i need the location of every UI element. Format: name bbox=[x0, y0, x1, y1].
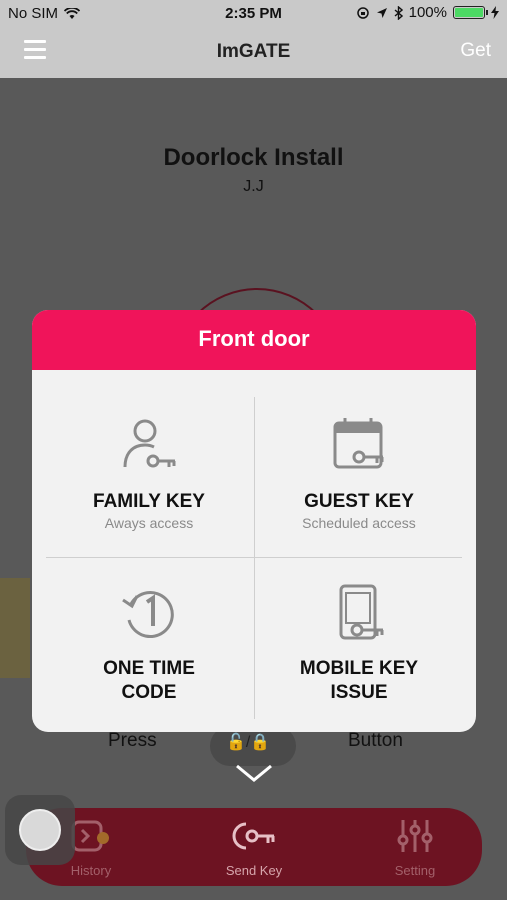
guest-key-desc: Scheduled access bbox=[302, 515, 416, 531]
tab-send-key[interactable]: Send Key bbox=[199, 816, 309, 878]
tab-setting-label: Setting bbox=[394, 863, 436, 878]
button-label: Button bbox=[348, 730, 403, 751]
get-button[interactable]: Get bbox=[460, 40, 491, 62]
family-key-desc: Aways access bbox=[104, 515, 194, 531]
press-label: Press bbox=[108, 730, 157, 751]
person-key-icon bbox=[123, 419, 176, 468]
mobile-key-issue-option[interactable]: MOBILE KEY ISSUE bbox=[248, 582, 470, 705]
one-time-code-label: ONE TIME CODE bbox=[103, 658, 195, 703]
guest-key-option[interactable]: GUEST KEY Scheduled access bbox=[248, 415, 470, 531]
family-key-label: FAMILY KEY bbox=[93, 491, 205, 512]
chevron-down-icon[interactable] bbox=[234, 762, 274, 786]
modal-title: Front door bbox=[32, 310, 476, 370]
guest-key-label: GUEST KEY bbox=[304, 491, 414, 512]
nav-bar: ImGATE Get bbox=[0, 26, 507, 78]
key-type-modal: Front door FAMILY KEY Aways access GUEST… bbox=[32, 310, 476, 732]
charging-icon bbox=[491, 6, 499, 19]
mobile-key-issue-label: MOBILE KEY ISSUE bbox=[299, 658, 419, 703]
family-key-option[interactable]: FAMILY KEY Aways access bbox=[38, 415, 260, 531]
status-bar: No SIM 2:35 PM 100% bbox=[0, 0, 507, 26]
battery-percent: 100% bbox=[408, 4, 447, 21]
key-option-grid: FAMILY KEY Aways access GUEST KEY Schedu… bbox=[32, 370, 476, 732]
location-icon bbox=[376, 7, 387, 18]
send-key-icon bbox=[232, 822, 275, 850]
tab-history-label: History bbox=[70, 863, 112, 878]
calendar-key-icon bbox=[333, 418, 384, 469]
rotation-lock-icon bbox=[356, 6, 369, 19]
battery-icon bbox=[453, 6, 488, 19]
one-time-icon bbox=[122, 591, 174, 638]
phone-key-icon bbox=[339, 584, 384, 640]
assistive-touch-button[interactable] bbox=[5, 795, 75, 865]
tab-setting[interactable]: Setting bbox=[360, 816, 470, 878]
history-icon bbox=[71, 820, 109, 852]
app-title: ImGATE bbox=[216, 41, 291, 62]
sliders-icon bbox=[397, 820, 433, 852]
one-time-code-option[interactable]: ONE TIME CODE bbox=[38, 582, 260, 705]
bluetooth-icon bbox=[394, 5, 403, 20]
lock-unlock-icon: 🔓/🔒 bbox=[226, 734, 271, 751]
doorlock-owner: J.J bbox=[243, 178, 264, 195]
doorlock-title: Doorlock Install bbox=[163, 144, 344, 171]
tab-bar: History Send Key Setting bbox=[26, 808, 482, 886]
tab-send-key-label: Send Key bbox=[225, 863, 283, 878]
